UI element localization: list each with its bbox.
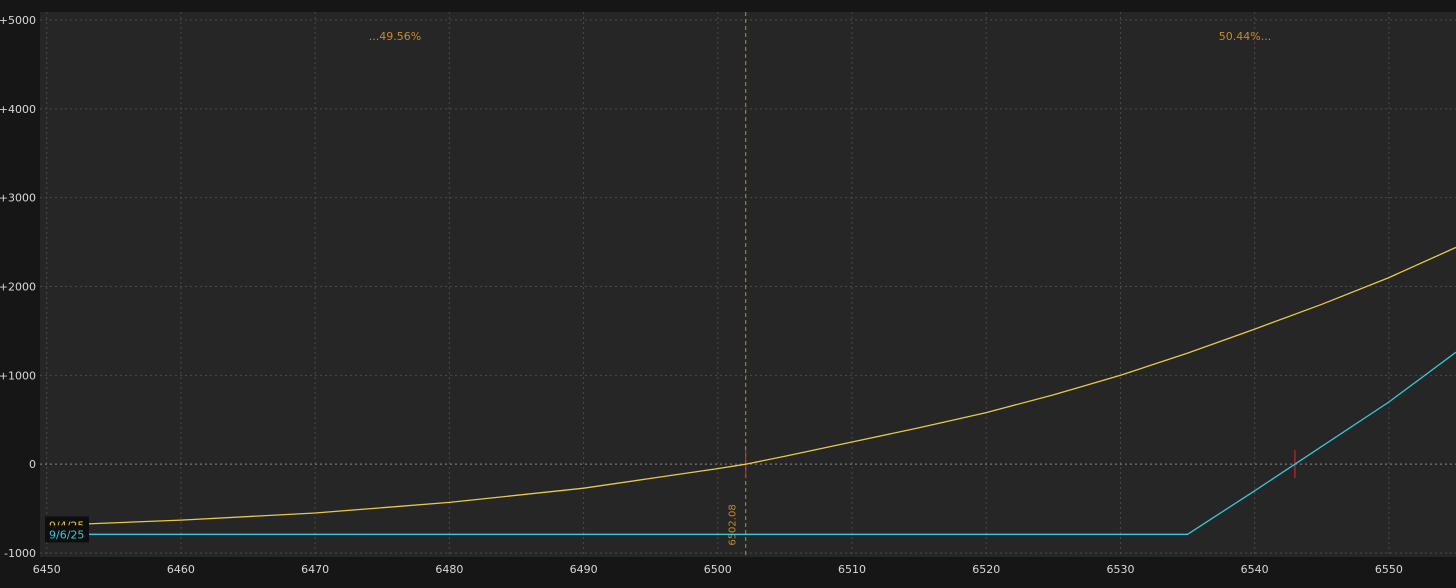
legend-item-2: 9/6/25 (45, 525, 89, 543)
x-tick-label: 6540 (1241, 563, 1269, 576)
x-tick-label: 6550 (1375, 563, 1403, 576)
x-tick-label: 6490 (570, 563, 598, 576)
x-tick-label: 6480 (435, 563, 463, 576)
pl-chart-svg: 6450 6460 6470 6480 6490 6500 6510 6520 6530 6540… (0, 12, 1456, 576)
y-tick-label: +5000 (0, 14, 36, 27)
x-tick-label: 6470 (301, 563, 329, 576)
plot-background (40, 12, 1456, 557)
pl-chart: 6450 6460 6470 6480 6490 6500 6510 6520 6530 6540… (0, 0, 1456, 583)
legend-layer: 9/4/259/6/25 (45, 516, 89, 543)
y-tick-label: 0 (29, 458, 36, 471)
y-tick-label: -1000 (4, 547, 36, 560)
x-tick-label: 6460 (167, 563, 195, 576)
y-tick-label: +2000 (0, 281, 36, 294)
y-tick-label: +1000 (0, 369, 36, 382)
price-marker-label: 6502.08 (728, 504, 739, 545)
x-tick-label: 6510 (838, 563, 866, 576)
y-tick-label: +3000 (0, 192, 36, 205)
probability-above-label: 50.44%... (1219, 30, 1271, 43)
x-tick-label: 6520 (972, 563, 1000, 576)
x-tick-label: 6500 (704, 563, 732, 576)
legend-label: 9/6/25 (49, 528, 84, 541)
x-tick-label: 6530 (1106, 563, 1134, 576)
y-tick-label: +4000 (0, 103, 36, 116)
probability-below-label: ...49.56% (369, 30, 421, 43)
x-tick-label: 6450 (33, 563, 61, 576)
